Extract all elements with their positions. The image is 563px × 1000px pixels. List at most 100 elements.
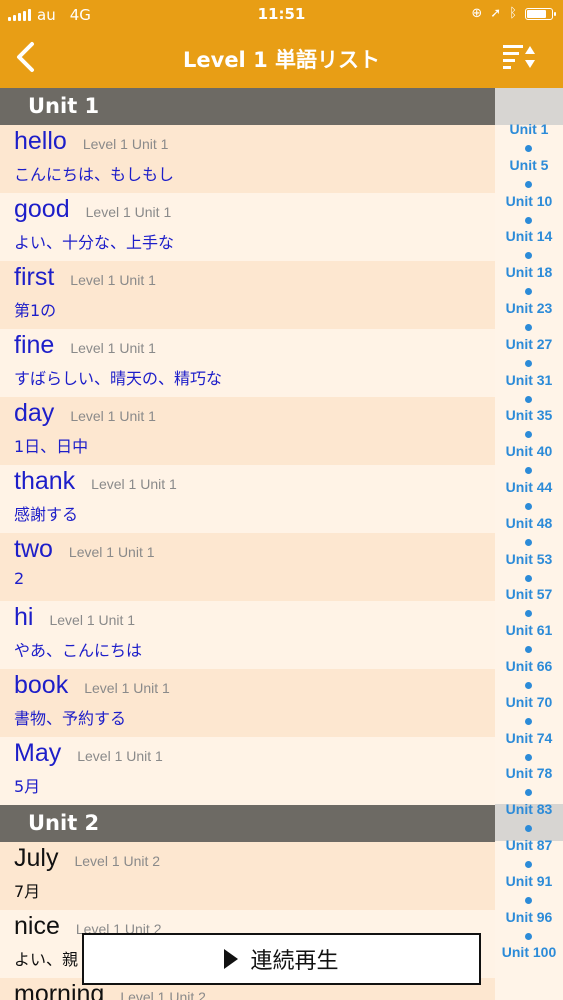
word-text: first bbox=[14, 263, 55, 291]
index-dot bbox=[525, 932, 532, 940]
section-header: Unit 2 bbox=[0, 805, 495, 842]
level-unit-tag: Level 1 Unit 1 bbox=[70, 340, 156, 356]
sort-icon bbox=[503, 45, 535, 69]
index-dot bbox=[525, 324, 532, 331]
index-dot bbox=[525, 180, 532, 188]
play-button-label: 連続再生 bbox=[250, 949, 339, 974]
word-text: thank bbox=[14, 467, 76, 495]
level-unit-tag: Level 1 Unit 1 bbox=[82, 136, 169, 152]
index-item[interactable]: Unit 91 bbox=[495, 873, 563, 889]
index-item[interactable]: Unit 74 bbox=[495, 730, 563, 746]
index-item[interactable]: Unit 35 bbox=[495, 407, 563, 423]
meaning-text: 書物、予約する bbox=[14, 709, 127, 728]
index-item[interactable]: Unit 31 bbox=[495, 372, 563, 388]
index-dot bbox=[525, 503, 532, 510]
chevron-left-icon bbox=[17, 42, 34, 72]
list-item[interactable]: hi Level 1 Unit 1 やあ、こんにちは bbox=[0, 601, 495, 669]
index-item[interactable]: Unit 14 bbox=[495, 228, 563, 244]
level-unit-tag: Level 1 Unit 1 bbox=[84, 680, 170, 696]
level-unit-tag: Level 1 Unit 1 bbox=[77, 748, 163, 764]
word-text: book bbox=[14, 671, 69, 699]
rotation-lock-icon: ⊕ bbox=[471, 6, 483, 21]
battery-icon bbox=[525, 7, 556, 20]
word-text: May bbox=[14, 739, 62, 767]
meaning-text: よい、親 bbox=[14, 950, 79, 969]
status-bar: au 4G 11:51 ⊕ ➚ ᛒ bbox=[0, 0, 563, 30]
list-item[interactable]: May Level 1 Unit 1 5月 bbox=[0, 737, 495, 805]
sort-button[interactable] bbox=[501, 42, 537, 74]
index-dot bbox=[525, 395, 532, 403]
level-unit-tag: Level 1 Unit 1 bbox=[91, 476, 177, 492]
index-item[interactable]: Unit 87 bbox=[495, 837, 563, 853]
index-item[interactable]: Unit 48 bbox=[495, 515, 563, 531]
index-dot bbox=[525, 145, 532, 152]
index-item[interactable]: Unit 78 bbox=[495, 765, 563, 781]
level-unit-tag: Level 1 Unit 1 bbox=[68, 544, 155, 560]
level-unit-tag: Level 1 Unit 2 bbox=[120, 989, 206, 1000]
index-item[interactable]: Unit 57 bbox=[495, 586, 563, 602]
index-item[interactable]: Unit 40 bbox=[495, 443, 563, 459]
word-text: two bbox=[14, 535, 53, 563]
level-unit-tag: Level 1 Unit 1 bbox=[70, 272, 156, 288]
list-item[interactable]: thank Level 1 Unit 1 感謝する bbox=[0, 465, 495, 533]
index-item[interactable]: Unit 18 bbox=[495, 264, 563, 280]
index-item[interactable]: Unit 83 bbox=[495, 801, 563, 817]
index-item[interactable]: Unit 96 bbox=[495, 909, 563, 925]
index-item[interactable]: Unit 53 bbox=[495, 551, 563, 567]
level-unit-tag: Level 1 Unit 1 bbox=[70, 408, 156, 424]
index-dot bbox=[525, 574, 532, 582]
list-item[interactable]: book Level 1 Unit 1 書物、予約する bbox=[0, 669, 495, 737]
index-item[interactable]: Unit 61 bbox=[495, 622, 563, 638]
section-header: Unit 1 bbox=[0, 88, 495, 125]
index-dot bbox=[525, 646, 532, 654]
play-icon bbox=[224, 949, 239, 969]
section-index[interactable]: Unit 1 Unit 5 Unit 10 Unit 14 Unit 18 Unit 23… bbox=[495, 88, 563, 1000]
meaning-text: 2 bbox=[14, 569, 25, 588]
index-item[interactable]: Unit 27 bbox=[495, 336, 563, 352]
index-highlight bbox=[495, 88, 563, 125]
back-button[interactable] bbox=[12, 38, 44, 78]
meaning-text: 7月 bbox=[14, 882, 41, 901]
index-dot bbox=[525, 789, 532, 797]
list-item[interactable]: hello Level 1 Unit 1 こんにちは、もしもし bbox=[0, 125, 495, 193]
index-dot bbox=[525, 252, 532, 260]
list-item[interactable]: two Level 1 Unit 1 2 bbox=[0, 533, 495, 601]
list-item[interactable]: first Level 1 Unit 1 第1の bbox=[0, 261, 495, 329]
level-unit-tag: Level 1 Unit 2 bbox=[74, 853, 161, 869]
index-dot bbox=[525, 216, 532, 224]
list-item[interactable]: fine Level 1 Unit 1 すばらしい、晴天の、精巧な bbox=[0, 329, 495, 397]
index-dot bbox=[525, 538, 532, 546]
meaning-text: 1日、日中 bbox=[14, 437, 89, 456]
index-dot bbox=[525, 467, 532, 475]
word-text: July bbox=[14, 844, 59, 872]
meaning-text: 5月 bbox=[14, 777, 41, 796]
meaning-text: よい、十分な、上手な bbox=[14, 233, 175, 252]
index-dot bbox=[525, 431, 532, 439]
index-dot bbox=[525, 717, 532, 725]
word-text: day bbox=[14, 399, 55, 427]
list-item[interactable]: day Level 1 Unit 1 1日、日中 bbox=[0, 397, 495, 465]
word-list[interactable]: Unit 1 hello Level 1 Unit 1 こんにちは、もしもし good L… bbox=[0, 88, 495, 1000]
index-item[interactable]: Unit 10 bbox=[495, 193, 563, 209]
index-item[interactable]: Unit 70 bbox=[495, 694, 563, 710]
index-dot bbox=[525, 682, 532, 689]
list-item[interactable]: good Level 1 Unit 1 よい、十分な、上手な bbox=[0, 193, 495, 261]
index-item[interactable]: Unit 66 bbox=[495, 658, 563, 674]
index-item[interactable]: Unit 44 bbox=[495, 479, 563, 495]
word-text: nice bbox=[14, 912, 60, 940]
index-dot bbox=[525, 610, 532, 618]
continuous-play-button[interactable]: 連続再生 bbox=[82, 933, 481, 985]
index-dot bbox=[525, 861, 532, 868]
meaning-text: やあ、こんにちは bbox=[14, 641, 143, 660]
word-text: fine bbox=[14, 331, 55, 359]
level-unit-tag: Level 1 Unit 1 bbox=[85, 204, 172, 220]
meaning-text: 感謝する bbox=[14, 505, 79, 524]
word-text: good bbox=[14, 195, 70, 223]
index-item[interactable]: Unit 1 bbox=[495, 121, 563, 137]
index-item[interactable]: Unit 5 bbox=[495, 157, 563, 173]
index-item[interactable]: Unit 100 bbox=[495, 944, 563, 960]
index-item[interactable]: Unit 23 bbox=[495, 300, 563, 316]
index-dot bbox=[525, 288, 532, 296]
meaning-text: 第1の bbox=[14, 301, 57, 320]
list-item[interactable]: July Level 1 Unit 2 7月 bbox=[0, 842, 495, 910]
